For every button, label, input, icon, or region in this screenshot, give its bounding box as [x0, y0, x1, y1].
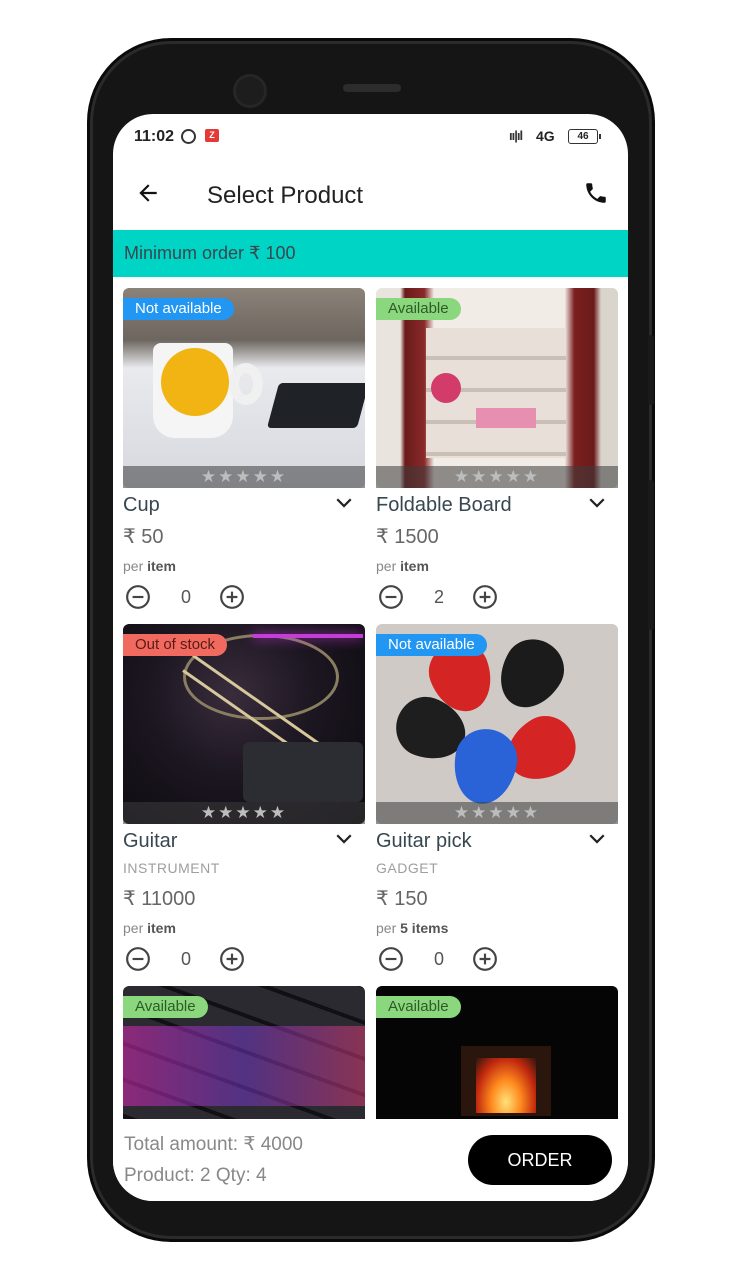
order-footer: Total amount: ₹ 4000 Product: 2 Qty: 4 O… — [113, 1119, 628, 1201]
availability-badge: Out of stock — [123, 634, 228, 656]
back-arrow-icon[interactable] — [135, 180, 161, 206]
status-bar: 11:02 Z ıı|ıl 4G 46 — [113, 114, 628, 158]
quantity-value: 0 — [433, 949, 444, 969]
availability-badge: Not available — [376, 634, 487, 656]
availability-badge: Available — [376, 996, 461, 1018]
increase-quantity-icon[interactable] — [472, 584, 498, 610]
network-type: 4G — [536, 128, 555, 144]
product-unit: per item — [123, 558, 176, 574]
product-card-cup[interactable]: Not available ★★★★★ Cup ₹ 50 per item 0 — [123, 288, 365, 613]
decrease-quantity-icon[interactable] — [125, 584, 151, 610]
quantity-stepper: 2 — [376, 584, 506, 614]
increase-quantity-icon[interactable] — [472, 946, 498, 972]
product-card-foldable-board[interactable]: Available ★★★★★ Foldable Board ₹ 1500 pe… — [376, 288, 618, 613]
availability-badge: Not available — [123, 298, 234, 320]
app-screen: 11:02 Z ıı|ıl 4G 46 Select Product Minim… — [113, 114, 628, 1201]
decrease-quantity-icon[interactable] — [125, 946, 151, 972]
product-card-guitar[interactable]: Out of stock ★★★★★ Guitar INSTRUMENT ₹ 1… — [123, 624, 365, 971]
rating-stars: ★★★★★ — [123, 802, 365, 824]
chevron-down-icon[interactable] — [335, 832, 353, 846]
quantity-value: 0 — [180, 949, 191, 969]
front-camera — [233, 74, 267, 108]
product-name: Guitar — [123, 830, 178, 852]
product-price: ₹ 50 — [123, 526, 164, 548]
earpiece-speaker — [343, 84, 401, 92]
signal-icon: ıı|ıl — [509, 128, 523, 143]
quantity-stepper: 0 — [123, 584, 253, 614]
chevron-down-icon[interactable] — [335, 496, 353, 510]
minimum-order-banner: Minimum order ₹ 100 — [113, 230, 628, 277]
volume-button — [648, 335, 654, 405]
rating-stars: ★★★★★ — [123, 466, 365, 488]
app-bar: Select Product — [113, 158, 628, 230]
chevron-down-icon[interactable] — [588, 832, 606, 846]
product-category: GADGET — [376, 860, 439, 876]
chevron-down-icon[interactable] — [588, 496, 606, 510]
rating-stars: ★★★★★ — [376, 802, 618, 824]
quantity-value: 0 — [180, 587, 191, 607]
quantity-value: 2 — [433, 587, 444, 607]
product-price: ₹ 11000 — [123, 888, 196, 910]
increase-quantity-icon[interactable] — [219, 584, 245, 610]
product-unit: per 5 items — [376, 920, 449, 936]
app-notification-icon: Z — [205, 129, 219, 142]
product-name: Cup — [123, 494, 160, 516]
product-unit: per item — [376, 558, 429, 574]
rating-stars: ★★★★★ — [376, 466, 618, 488]
power-button — [648, 480, 654, 630]
battery-icon: 46 — [568, 129, 601, 144]
order-summary: Product: 2 Qty: 4 — [124, 1165, 267, 1186]
product-unit: per item — [123, 920, 176, 936]
product-card-fireplace[interactable]: Available — [376, 986, 618, 1119]
sync-icon — [181, 129, 196, 144]
quantity-stepper: 0 — [123, 946, 253, 976]
total-amount: Total amount: ₹ 4000 — [124, 1134, 303, 1155]
decrease-quantity-icon[interactable] — [378, 946, 404, 972]
product-price: ₹ 1500 — [376, 526, 439, 548]
product-card-guitar-pick[interactable]: Not available ★★★★★ Guitar pick GADGET ₹… — [376, 624, 618, 971]
product-grid: Not available ★★★★★ Cup ₹ 50 per item 0 … — [113, 277, 628, 1119]
status-time: 11:02 — [134, 128, 175, 145]
availability-badge: Available — [123, 996, 208, 1018]
phone-call-icon[interactable] — [583, 180, 609, 206]
minimum-order-text: Minimum order ₹ 100 — [124, 243, 296, 263]
product-name: Guitar pick — [376, 830, 472, 852]
quantity-stepper: 0 — [376, 946, 506, 976]
increase-quantity-icon[interactable] — [219, 946, 245, 972]
product-card-keyboard[interactable]: Available — [123, 986, 365, 1119]
decrease-quantity-icon[interactable] — [378, 584, 404, 610]
page-title: Select Product — [207, 182, 364, 209]
product-category: INSTRUMENT — [123, 860, 220, 876]
product-price: ₹ 150 — [376, 888, 428, 910]
product-name: Foldable Board — [376, 494, 512, 516]
order-button[interactable]: ORDER — [468, 1135, 612, 1185]
availability-badge: Available — [376, 298, 461, 320]
